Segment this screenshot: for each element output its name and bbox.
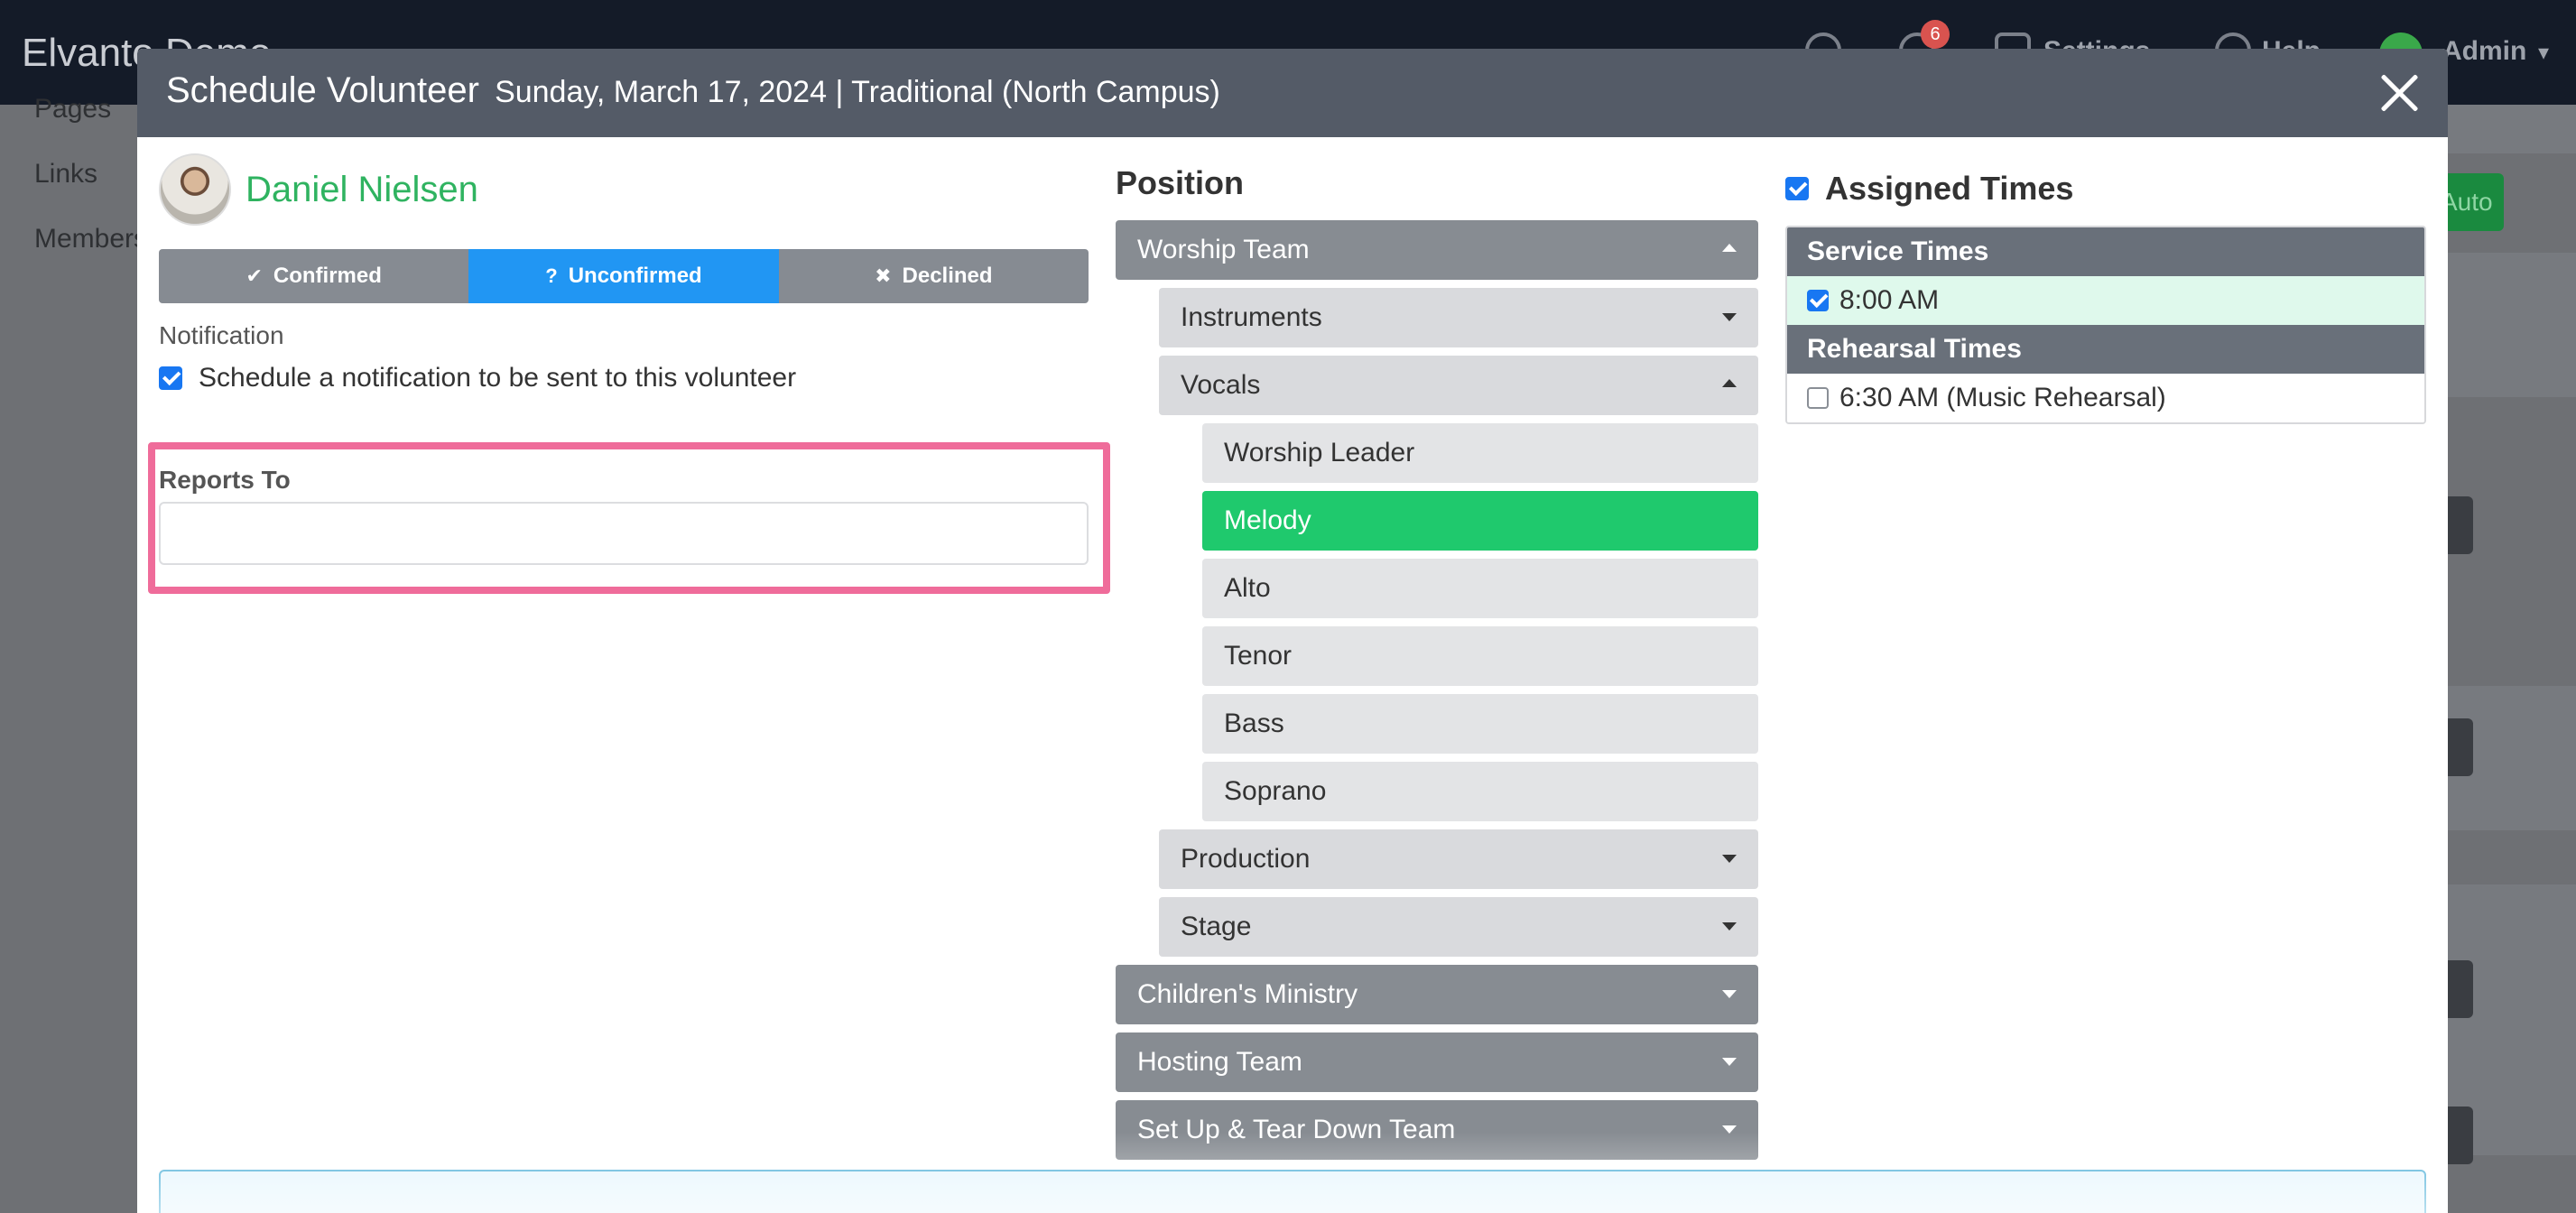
position-item-label: Worship Leader — [1224, 438, 1415, 468]
position-item-label: Instruments — [1181, 302, 1322, 332]
volunteer-column: Daniel Nielsen ✔ Confirmed ? Unconfirmed… — [148, 152, 1110, 594]
chevron-down-icon[interactable] — [1722, 922, 1737, 931]
position-title: Position — [1116, 164, 1244, 201]
position-item[interactable]: Vocals — [1159, 356, 1758, 415]
rehearsal-time-row[interactable]: 6:30 AM (Music Rehearsal) — [1787, 374, 2424, 422]
assigned-times-column: Assigned Times Service Times 8:00 AM Reh… — [1785, 170, 2426, 424]
position-item-label: Melody — [1224, 505, 1311, 535]
chevron-down-icon[interactable] — [1722, 1058, 1737, 1066]
position-item[interactable]: Worship Team — [1116, 220, 1758, 280]
background-panel — [2437, 105, 2576, 153]
chevron-down-icon[interactable] — [1722, 855, 1737, 863]
reports-to-input[interactable] — [159, 502, 1089, 565]
position-column: Position Worship Team Instruments Vocals Wo… — [1116, 164, 1758, 1168]
rehearsal-time-label: 6:30 AM (Music Rehearsal) — [1839, 383, 2166, 412]
confirmed-label: Confirmed — [273, 264, 382, 288]
position-item[interactable]: Production — [1159, 829, 1758, 889]
volunteer-header: Daniel Nielsen — [159, 152, 1089, 227]
modal-header: Schedule Volunteer Sunday, March 17, 202… — [137, 49, 2448, 137]
x-icon: ✖ — [875, 264, 892, 287]
chevron-up-icon[interactable] — [1722, 244, 1737, 252]
chevron-down-icon[interactable]: ▾ — [2538, 40, 2549, 66]
avatar — [159, 153, 231, 226]
assigned-times-header: Assigned Times — [1785, 170, 2426, 208]
position-item-label: Worship Team — [1137, 235, 1310, 264]
position-item[interactable]: Tenor — [1202, 626, 1758, 686]
position-item-label: Production — [1181, 844, 1311, 874]
check-icon: ✔ — [246, 264, 263, 287]
position-item-label: Soprano — [1224, 776, 1327, 806]
service-time-row[interactable]: 8:00 AM — [1787, 276, 2424, 325]
position-item[interactable]: Instruments — [1159, 288, 1758, 347]
position-item-label: Tenor — [1224, 641, 1293, 671]
background-panel — [2437, 253, 2576, 397]
notification-label: Notification — [159, 321, 284, 349]
declined-label: Declined — [902, 264, 993, 288]
service-times-header: Service Times — [1787, 227, 2424, 276]
sidebar-item-members[interactable]: Members — [34, 224, 147, 255]
modal-title: Schedule Volunteer Sunday, March 17, 202… — [166, 70, 1220, 111]
sidebar-item-pages[interactable]: Pages — [34, 94, 111, 125]
close-icon[interactable] — [2374, 67, 2426, 119]
chevron-down-icon[interactable] — [1722, 313, 1737, 321]
confirmed-button[interactable]: ✔ Confirmed — [159, 249, 469, 303]
unconfirmed-button[interactable]: ? Unconfirmed — [468, 249, 779, 303]
service-time-checkbox[interactable] — [1807, 290, 1829, 311]
assigned-times-checkbox[interactable] — [1785, 177, 1809, 200]
unconfirmed-label: Unconfirmed — [568, 264, 702, 288]
status-button-group: ✔ Confirmed ? Unconfirmed ✖ Declined — [159, 249, 1089, 303]
times-table: Service Times 8:00 AM Rehearsal Times 6:… — [1785, 226, 2426, 424]
modal-title-text: Schedule Volunteer — [166, 70, 479, 110]
position-item[interactable]: Hosting Team — [1116, 1032, 1758, 1092]
position-item[interactable]: Melody — [1202, 491, 1758, 551]
notification-checkbox[interactable] — [159, 366, 182, 390]
declined-button[interactable]: ✖ Declined — [778, 249, 1089, 303]
position-list: Worship Team Instruments Vocals Worship Lea… — [1116, 220, 1758, 1160]
position-item[interactable]: Stage — [1159, 897, 1758, 957]
modal-subtitle: Sunday, March 17, 2024 | Traditional (No… — [495, 75, 1220, 109]
volunteer-name[interactable]: Daniel Nielsen — [246, 170, 478, 210]
rehearsal-times-header: Rehearsal Times — [1787, 325, 2424, 374]
bottom-fade — [137, 1132, 2448, 1213]
reports-to-label: Reports To — [159, 466, 291, 494]
sidebar-item-links[interactable]: Links — [34, 159, 97, 190]
rehearsal-time-checkbox[interactable] — [1807, 387, 1829, 409]
service-time-label: 8:00 AM — [1839, 285, 1940, 315]
chevron-down-icon[interactable] — [1722, 990, 1737, 998]
position-item-label: Bass — [1224, 708, 1284, 738]
schedule-volunteer-modal: Schedule Volunteer Sunday, March 17, 202… — [137, 49, 2448, 1213]
reports-to-highlight: Reports To — [148, 442, 1110, 594]
position-item-label: Vocals — [1181, 370, 1261, 400]
position-item[interactable]: Soprano — [1202, 762, 1758, 821]
chevron-up-icon[interactable] — [1722, 379, 1737, 387]
position-item[interactable]: Worship Leader — [1202, 423, 1758, 483]
position-item[interactable]: Alto — [1202, 559, 1758, 618]
position-item[interactable]: Bass — [1202, 694, 1758, 754]
notification-checkbox-label[interactable]: Schedule a notification to be sent to th… — [199, 363, 796, 394]
assigned-times-title: Assigned Times — [1825, 170, 2074, 207]
position-item-label: Stage — [1181, 912, 1252, 941]
position-item[interactable]: Children's Ministry — [1116, 965, 1758, 1024]
question-icon: ? — [545, 264, 558, 287]
position-item-label: Alto — [1224, 573, 1271, 603]
notification-option: Schedule a notification to be sent to th… — [159, 363, 1089, 394]
position-item-label: Children's Ministry — [1137, 979, 1358, 1009]
admin-menu-label[interactable]: Admin — [2442, 36, 2526, 67]
notification-count-badge: 6 — [1921, 20, 1950, 49]
position-item-label: Hosting Team — [1137, 1047, 1302, 1077]
